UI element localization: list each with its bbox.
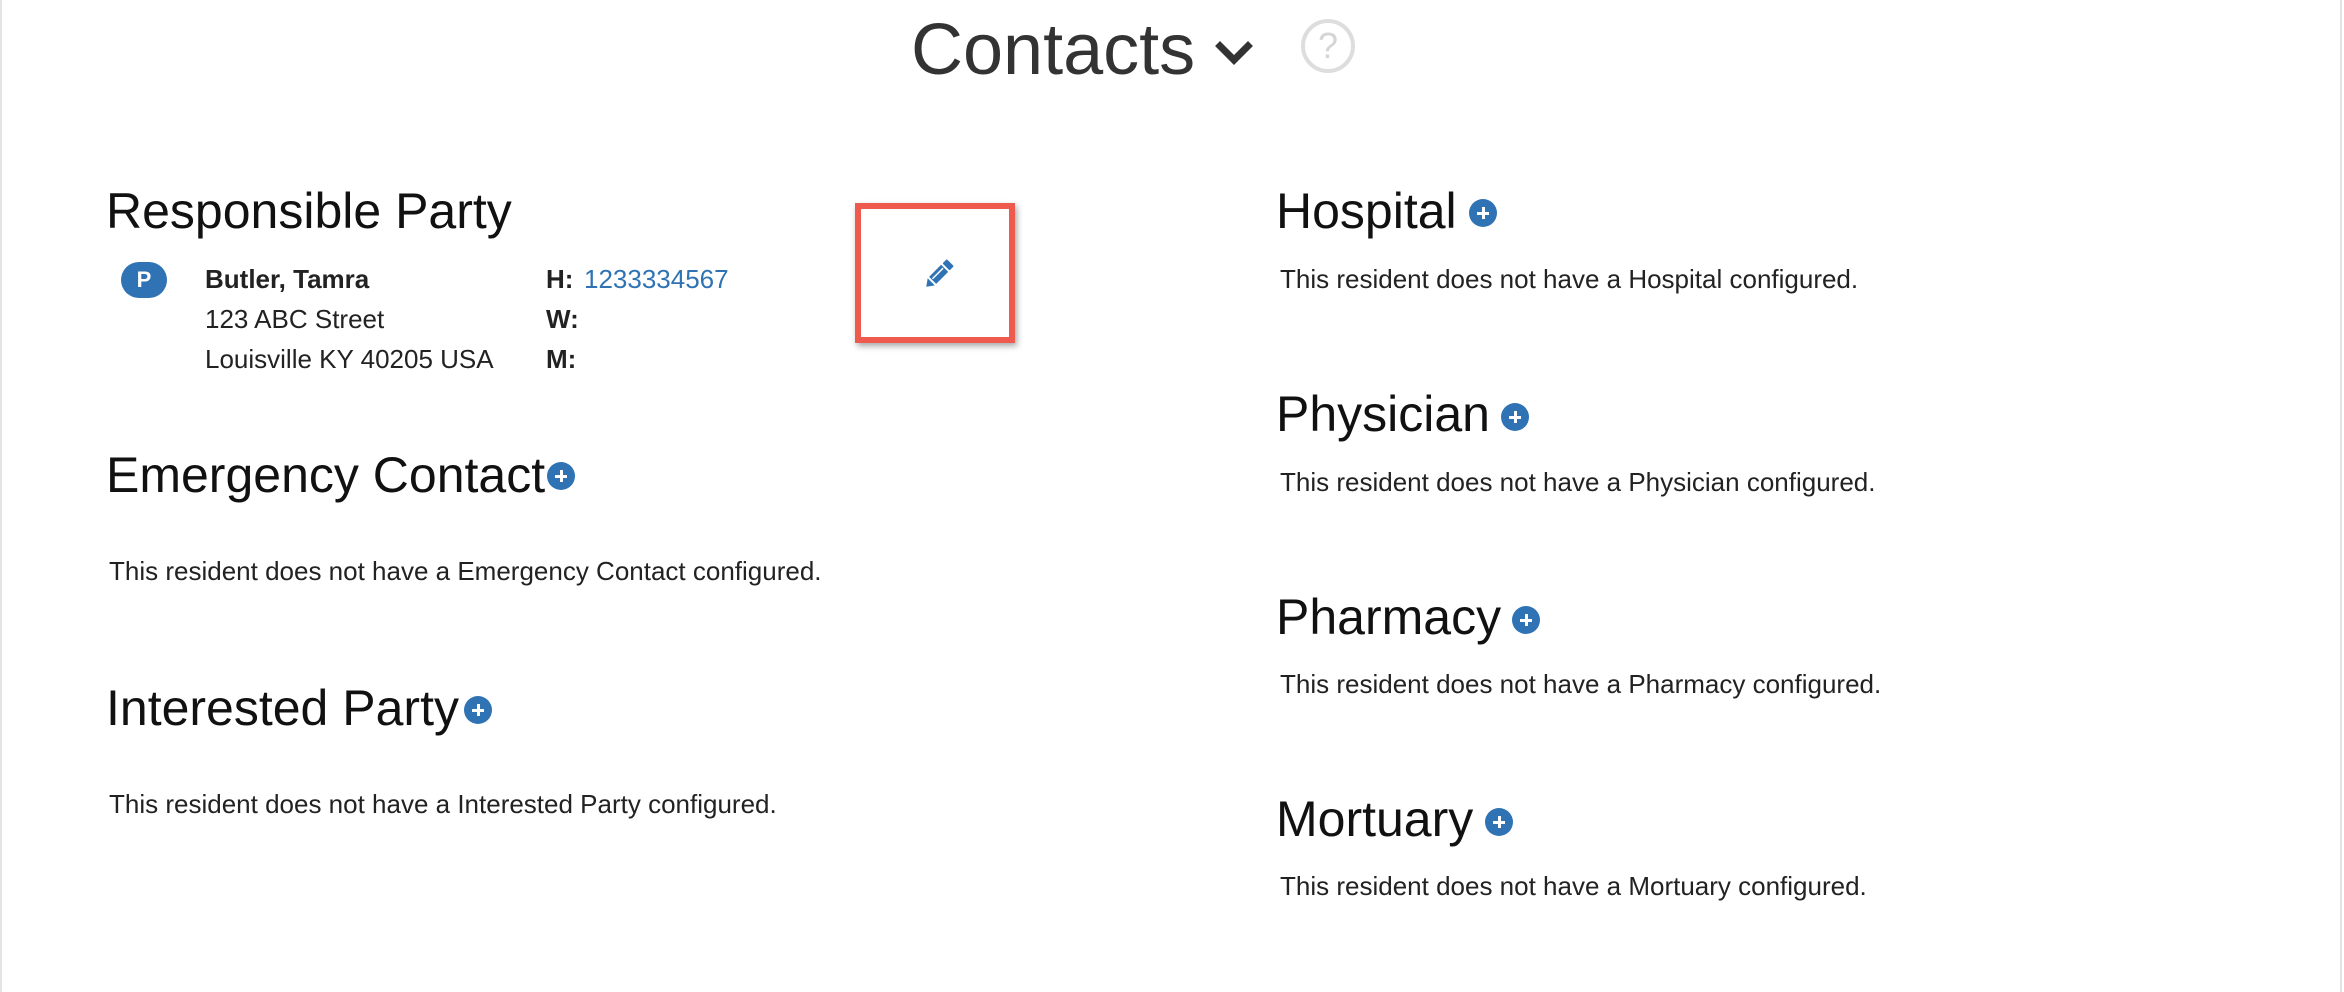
page-title[interactable]: Contacts — [911, 4, 1195, 96]
contact-address-line2: Louisville KY 40205 USA — [205, 344, 494, 374]
hospital-empty-message: This resident does not have a Hospital c… — [1280, 264, 1859, 294]
section-title-hospital: Hospital — [1276, 183, 1457, 239]
contact-name: Butler, Tamra — [205, 264, 370, 294]
add-pharmacy-icon[interactable] — [1512, 606, 1540, 634]
home-phone-link[interactable]: 1233334567 — [584, 262, 729, 296]
section-title-emergency-contact: Emergency Contact — [106, 447, 546, 503]
section-title-mortuary: Mortuary — [1276, 791, 1474, 847]
chevron-down-icon[interactable] — [1214, 36, 1254, 70]
add-emergency-contact-icon[interactable] — [547, 462, 575, 490]
physician-empty-message: This resident does not have a Physician … — [1280, 467, 1876, 497]
section-title-physician: Physician — [1276, 386, 1490, 442]
section-title-responsible-party: Responsible Party — [106, 183, 512, 239]
section-title-pharmacy: Pharmacy — [1276, 589, 1502, 645]
work-phone-label: W: — [546, 304, 579, 334]
home-phone-label: H: — [546, 264, 574, 294]
mobile-phone-label: M: — [546, 344, 577, 374]
emergency-contact-empty-message: This resident does not have a Emergency … — [109, 556, 822, 586]
mortuary-empty-message: This resident does not have a Mortuary c… — [1280, 871, 1867, 901]
primary-badge: P — [121, 262, 167, 298]
pencil-icon[interactable] — [920, 255, 958, 293]
edit-button-highlight[interactable] — [855, 203, 1015, 343]
interested-party-empty-message: This resident does not have a Interested… — [109, 789, 777, 819]
add-interested-party-icon[interactable] — [464, 696, 492, 724]
help-icon[interactable]: ? — [1301, 19, 1355, 73]
add-mortuary-icon[interactable] — [1485, 808, 1513, 836]
page-header: Contacts ? — [0, 0, 2344, 110]
pharmacy-empty-message: This resident does not have a Pharmacy c… — [1280, 669, 1882, 699]
add-physician-icon[interactable] — [1501, 403, 1529, 431]
add-hospital-icon[interactable] — [1469, 199, 1497, 227]
contact-address-line1: 123 ABC Street — [205, 304, 385, 334]
section-title-interested-party: Interested Party — [106, 680, 459, 736]
